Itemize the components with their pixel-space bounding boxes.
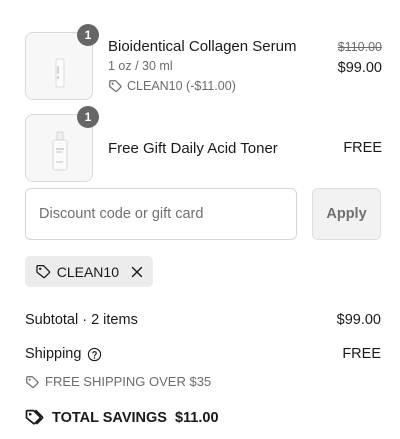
tag-icon: [109, 80, 122, 93]
item-price: FREE: [343, 140, 382, 156]
product-variant: 1 oz / 30 ml: [108, 59, 173, 73]
close-icon: [131, 266, 143, 277]
subtotal-label: Subtotal · 2 items: [25, 312, 138, 328]
quantity-badge: 1: [77, 24, 99, 46]
line-item-acid-toner: 1 Free Gift Daily Acid Toner FREE: [25, 106, 382, 182]
shipping-label-group: Shipping: [25, 346, 102, 362]
item-discount-text: CLEAN10 (-$11.00): [127, 79, 236, 93]
item-discount: CLEAN10 (-$11.00): [108, 79, 236, 93]
apply-discount-button[interactable]: Apply: [312, 188, 381, 240]
shipping-note: FREE SHIPPING OVER $35: [25, 374, 211, 389]
tags-icon: [25, 409, 44, 425]
savings-value: $11.00: [174, 409, 219, 426]
discount-code-input[interactable]: [25, 188, 297, 240]
total-savings: TOTAL SAVINGS $11.00: [25, 409, 219, 426]
shipping-label: Shipping: [25, 346, 82, 362]
product-thumbnail: 1: [25, 24, 99, 100]
help-circle-icon[interactable]: [87, 347, 102, 362]
item-price: $99.00: [337, 60, 382, 76]
tag-icon: [26, 375, 39, 388]
subtotal-value: $99.00: [336, 312, 381, 328]
shipping-value: FREE: [342, 346, 381, 362]
quantity-badge: 1: [77, 106, 99, 128]
line-item-collagen-serum: 1 Bioidentical Collagen Serum 1 oz / 30 …: [25, 24, 382, 100]
shipping-row: Shipping FREE: [25, 346, 381, 362]
subtotal-row: Subtotal · 2 items $99.00: [25, 312, 381, 328]
applied-discount-chip: CLEAN10: [25, 256, 153, 287]
shipping-note-text: FREE SHIPPING OVER $35: [45, 374, 212, 389]
applied-code-label: CLEAN10: [56, 263, 119, 280]
tag-icon: [36, 264, 51, 279]
original-price: $110.00: [337, 40, 382, 54]
remove-discount-button[interactable]: [131, 266, 143, 278]
savings-label: TOTAL SAVINGS: [52, 409, 167, 426]
product-thumbnail: 1: [25, 106, 99, 182]
product-title: Bioidentical Collagen Serum: [108, 38, 297, 55]
order-summary: 1 Bioidentical Collagen Serum 1 oz / 30 …: [0, 0, 400, 439]
product-title: Free Gift Daily Acid Toner: [108, 140, 278, 157]
